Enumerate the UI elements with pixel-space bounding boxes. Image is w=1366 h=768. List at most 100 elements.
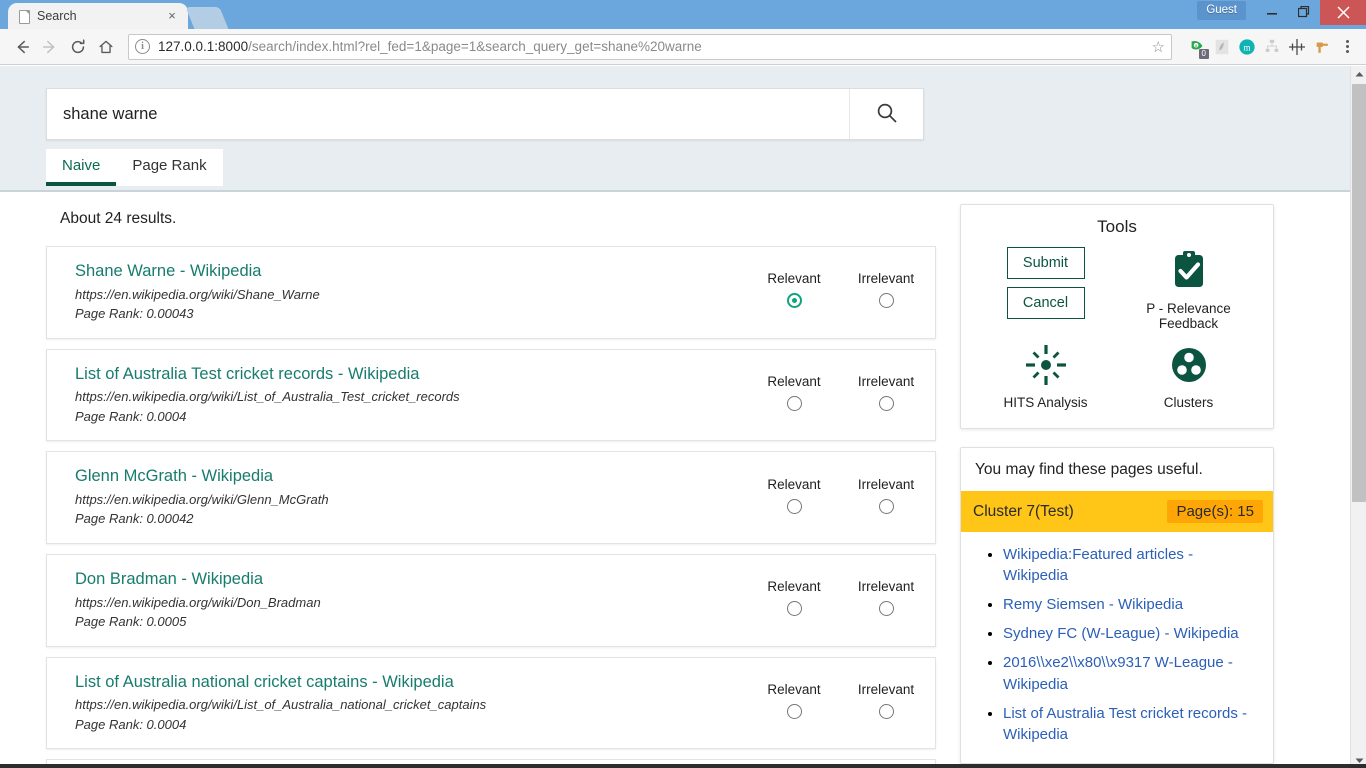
extension-pdf-icon[interactable] bbox=[1211, 35, 1233, 59]
site-info-icon[interactable]: i bbox=[135, 39, 150, 54]
back-button-icon[interactable] bbox=[8, 33, 36, 61]
browser-window: Search × Guest i 127.0.0.1:8000/search/i… bbox=[0, 0, 1366, 768]
relevant-radio[interactable] bbox=[786, 395, 802, 411]
result-page-rank: Page Rank: 0.0005 bbox=[75, 614, 187, 629]
extension-green-puzzle-icon[interactable]: a 0 bbox=[1186, 35, 1209, 59]
cluster-item-link[interactable]: Remy Siemsen - Wikipedia bbox=[1003, 596, 1183, 613]
close-window-icon[interactable] bbox=[1320, 0, 1366, 25]
tab-naive[interactable]: Naive bbox=[46, 148, 117, 186]
tools-grid: Submit Cancel P - Relevance Feedback HIT… bbox=[979, 247, 1255, 410]
irrelevant-radio[interactable] bbox=[878, 395, 894, 411]
browser-toolbar: i 127.0.0.1:8000/search/index.html?rel_f… bbox=[0, 29, 1366, 65]
tab-page-rank[interactable]: Page Rank bbox=[116, 148, 223, 186]
browser-menu-icon[interactable] bbox=[1336, 35, 1358, 59]
address-bar[interactable]: i 127.0.0.1:8000/search/index.html?rel_f… bbox=[128, 33, 1172, 60]
irrelevant-label: Irrelevant bbox=[857, 271, 915, 287]
extension-sitemap-icon[interactable] bbox=[1261, 35, 1283, 59]
clusters-circles-icon[interactable] bbox=[1167, 341, 1211, 389]
result-url: https://en.wikipedia.org/wiki/Shane_Warn… bbox=[75, 286, 320, 302]
browser-tab[interactable]: Search × bbox=[8, 3, 188, 29]
forward-button-icon[interactable] bbox=[36, 33, 64, 61]
list-item: Wikipedia:Featured articles - Wikipedia bbox=[1003, 544, 1259, 586]
result-title-link[interactable]: Glenn McGrath - Wikipedia bbox=[75, 466, 741, 487]
irrelevant-radio[interactable] bbox=[878, 601, 894, 617]
clipboard-check-icon[interactable] bbox=[1167, 247, 1211, 295]
bookmark-star-icon[interactable]: ☆ bbox=[1144, 38, 1165, 56]
relevance-feedback-group: Relevant Irrelevant bbox=[741, 682, 917, 724]
relevant-radio[interactable] bbox=[786, 601, 802, 617]
relevant-radio[interactable] bbox=[786, 293, 802, 309]
hits-analysis-tool[interactable]: HITS Analysis bbox=[979, 341, 1112, 410]
submit-cancel-group: Submit Cancel bbox=[979, 247, 1112, 327]
result-title-link[interactable]: List of Australia national cricket capta… bbox=[75, 672, 741, 693]
relevance-feedback-group: Relevant Irrelevant bbox=[741, 374, 917, 416]
relevant-option: Relevant bbox=[763, 682, 825, 724]
relevant-option: Relevant bbox=[763, 271, 825, 313]
extension-move-crosshair-icon[interactable] bbox=[1286, 35, 1308, 59]
relevant-label: Relevant bbox=[767, 681, 821, 697]
extension-mendeley-icon[interactable]: m bbox=[1236, 35, 1258, 59]
address-bar-url: 127.0.0.1:8000/search/index.html?rel_fed… bbox=[158, 39, 702, 54]
new-tab-button[interactable] bbox=[185, 7, 229, 29]
maximize-window-icon[interactable] bbox=[1288, 0, 1320, 24]
extension-hammer-icon[interactable] bbox=[1311, 35, 1333, 59]
cancel-button[interactable]: Cancel bbox=[1006, 287, 1085, 319]
search-icon bbox=[874, 100, 900, 129]
scroll-up-arrow-icon[interactable] bbox=[1351, 66, 1366, 82]
submit-button[interactable]: Submit bbox=[1006, 247, 1085, 279]
cluster-header[interactable]: Cluster 7(Test) Page(s): 15 bbox=[961, 491, 1273, 532]
relevant-label: Relevant bbox=[767, 271, 821, 287]
guest-profile-badge[interactable]: Guest bbox=[1197, 1, 1246, 20]
address-bar-host: 127.0.0.1:8000 bbox=[158, 39, 249, 54]
clusters-caption[interactable]: Clusters bbox=[1164, 395, 1214, 410]
relevance-feedback-group: Relevant Irrelevant bbox=[741, 579, 917, 621]
result-page-rank: Page Rank: 0.00042 bbox=[75, 511, 194, 527]
tools-panel-title: Tools bbox=[1097, 217, 1137, 236]
relevant-label: Relevant bbox=[767, 579, 821, 595]
cluster-item-link[interactable]: Wikipedia:Featured articles - Wikipedia bbox=[1003, 546, 1193, 584]
list-item: List of Australia Test cricket records -… bbox=[1003, 703, 1259, 745]
relevant-radio[interactable] bbox=[786, 498, 802, 514]
result-title-link[interactable]: Shane Warne - Wikipedia bbox=[75, 261, 741, 282]
page-favicon-icon bbox=[16, 9, 30, 24]
minimize-window-icon[interactable] bbox=[1256, 0, 1288, 24]
cluster-item-link[interactable]: Sydney FC (W-League) - Wikipedia bbox=[1003, 625, 1239, 642]
relevance-feedback-tool[interactable]: P - Relevance Feedback bbox=[1122, 247, 1255, 331]
browser-titlebar: Search × Guest bbox=[0, 0, 1366, 29]
search-input[interactable] bbox=[47, 89, 849, 139]
result-card: Glenn McGrath - Wikipedia https://en.wik… bbox=[46, 451, 936, 544]
result-url: https://en.wikipedia.org/wiki/Glenn_McGr… bbox=[75, 491, 329, 507]
hits-analysis-caption[interactable]: HITS Analysis bbox=[1003, 395, 1087, 410]
result-card: List of Australia national cricket capta… bbox=[46, 656, 936, 750]
irrelevant-radio[interactable] bbox=[878, 498, 894, 514]
home-button-icon[interactable] bbox=[92, 33, 120, 61]
scrollbar-thumb[interactable] bbox=[1352, 84, 1366, 502]
cluster-items-list: Wikipedia:Featured articles - Wikipedia … bbox=[961, 532, 1273, 763]
irrelevant-label: Irrelevant bbox=[857, 476, 915, 492]
cluster-page-count-badge: Page(s): 15 bbox=[1167, 500, 1263, 523]
result-page-rank: Page Rank: 0.0004 bbox=[75, 408, 187, 424]
relevance-feedback-group: Relevant Irrelevant bbox=[741, 477, 917, 519]
reload-button-icon[interactable] bbox=[64, 33, 92, 61]
close-tab-icon[interactable]: × bbox=[164, 8, 180, 24]
irrelevant-label: Irrelevant bbox=[857, 373, 915, 389]
list-item: Remy Siemsen - Wikipedia bbox=[1003, 594, 1259, 615]
irrelevant-radio[interactable] bbox=[878, 293, 894, 309]
sidebar: Tools Submit Cancel P - Relevance Feedba… bbox=[960, 192, 1320, 766]
irrelevant-radio[interactable] bbox=[878, 703, 894, 719]
result-card: Don Bradman - Wikipedia https://en.wikip… bbox=[46, 553, 936, 647]
result-title-link[interactable]: List of Australia Test cricket records -… bbox=[75, 364, 741, 385]
relevance-feedback-caption[interactable]: P - Relevance Feedback bbox=[1122, 301, 1255, 331]
search-submit-button[interactable] bbox=[849, 89, 923, 139]
result-title-link[interactable]: Don Bradman - Wikipedia bbox=[75, 569, 741, 590]
extension-badge-count: 0 bbox=[1198, 48, 1209, 59]
result-main: Don Bradman - Wikipedia https://en.wikip… bbox=[75, 569, 741, 632]
relevant-radio[interactable] bbox=[786, 703, 802, 719]
result-card: Shane Warne - Wikipedia https://en.wikip… bbox=[46, 246, 936, 339]
result-main: List of Australia national cricket capta… bbox=[75, 672, 741, 735]
clusters-tool[interactable]: Clusters bbox=[1122, 341, 1255, 410]
page-scrollbar[interactable] bbox=[1350, 66, 1366, 768]
cluster-item-link[interactable]: 2016\\xe2\\x80\\x9317 W-League - Wikiped… bbox=[1003, 654, 1233, 692]
cluster-item-link[interactable]: List of Australia Test cricket records -… bbox=[1003, 705, 1247, 743]
sun-burst-icon[interactable] bbox=[1024, 341, 1068, 389]
